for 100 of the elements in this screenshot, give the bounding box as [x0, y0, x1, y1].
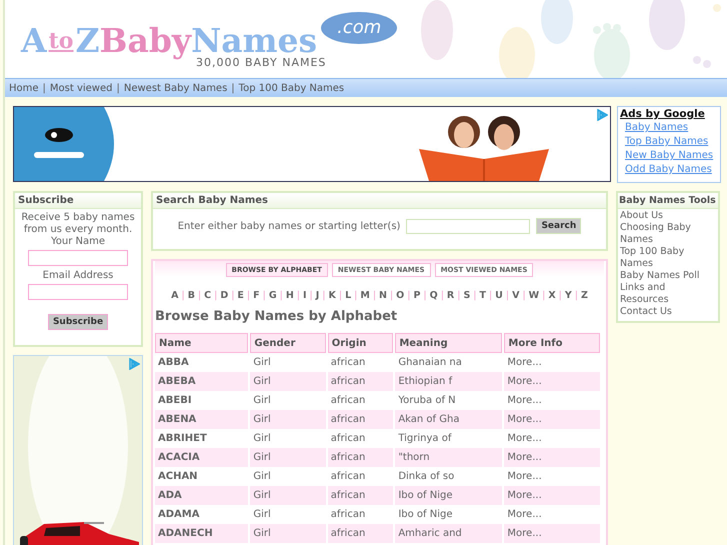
letter-link[interactable]: W — [528, 290, 540, 301]
more-link[interactable]: More... — [504, 524, 600, 543]
more-link[interactable]: More... — [504, 353, 600, 372]
table-cell: ABEBA — [155, 372, 248, 391]
tools-link[interactable]: Contact Us — [620, 306, 716, 318]
column-header: Name — [155, 333, 248, 353]
letter-link[interactable]: O — [396, 290, 404, 301]
table-cell: Girl — [250, 486, 326, 505]
table-cell-text: ADAMA — [157, 508, 200, 522]
letter-link[interactable]: E — [237, 290, 244, 301]
nav-separator: | — [116, 82, 120, 94]
letter-link[interactable]: J — [316, 290, 320, 301]
letter-link[interactable]: T — [479, 290, 486, 301]
letter-separator: | — [181, 290, 185, 301]
nav-link[interactable]: Newest Baby Names — [124, 82, 228, 94]
more-link[interactable]: More... — [504, 505, 600, 524]
name-field[interactable] — [28, 250, 128, 266]
table-cell-text: Ghanaian na — [397, 356, 463, 370]
field-label: Your Name — [50, 236, 106, 248]
more-link[interactable]: More... — [504, 372, 600, 391]
nav-link[interactable]: Home — [9, 82, 39, 94]
letter-link[interactable]: B — [188, 290, 195, 301]
search-button[interactable]: Search — [536, 218, 582, 234]
tools-link[interactable]: Top 100 Baby Names — [620, 246, 716, 270]
table-cell-text: Girl — [252, 508, 272, 522]
letter-separator: | — [322, 290, 326, 301]
more-link[interactable]: More... — [504, 486, 600, 505]
table-cell-text: african — [330, 394, 366, 408]
table-cell-text: Yoruba of N — [397, 394, 457, 408]
more-link[interactable]: More... — [504, 467, 600, 486]
letter-separator: | — [440, 290, 444, 301]
subscribe-text: Receive 5 baby names from us every month. — [20, 212, 136, 236]
table-cell-text: Girl — [252, 432, 272, 446]
letter-separator: | — [457, 290, 460, 301]
more-link[interactable]: More... — [504, 448, 600, 467]
letter-separator: | — [488, 290, 492, 301]
letter-link[interactable]: Y — [564, 290, 572, 301]
more-link[interactable]: More... — [504, 391, 600, 410]
letter-link[interactable]: U — [495, 290, 503, 301]
letter-separator: | — [506, 290, 510, 301]
panel-title: Subscribe — [15, 193, 141, 209]
ad-link[interactable]: Top Baby Names — [625, 136, 720, 147]
table-cell: Girl — [250, 524, 326, 543]
column-header: Meaning — [395, 333, 502, 353]
letter-link[interactable]: M — [360, 290, 370, 301]
ad-link[interactable]: New Baby Names — [625, 150, 720, 161]
letter-link[interactable]: D — [220, 290, 228, 301]
ad-link[interactable]: Baby Names — [625, 122, 720, 133]
letter-separator: | — [198, 290, 202, 301]
table-cell: ABENA — [155, 410, 248, 429]
letter-separator: | — [214, 290, 218, 301]
nav-link[interactable]: Top 100 Baby Names — [238, 82, 344, 94]
table-cell: african — [328, 410, 394, 429]
ad-choices-icon[interactable] — [596, 109, 608, 121]
tools-link[interactable]: About Us — [620, 210, 716, 222]
table-cell: Amharic and — [395, 524, 502, 543]
table-cell-text: Tigrinya of — [397, 432, 453, 446]
letter-link[interactable]: V — [512, 290, 520, 301]
letter-link[interactable]: A — [171, 290, 178, 301]
tools-link[interactable]: Baby Names Poll — [620, 270, 716, 282]
nav-link[interactable]: Most viewed — [50, 82, 112, 94]
tools-link[interactable]: Choosing Baby Names — [620, 222, 716, 246]
nav-separator: | — [42, 82, 46, 94]
more-link[interactable]: More... — [504, 429, 600, 448]
table-cell-text: african — [330, 470, 366, 484]
letter-separator: | — [574, 290, 578, 301]
letter-link[interactable]: F — [253, 290, 260, 301]
letter-link[interactable]: G — [268, 290, 277, 301]
subscribe-button[interactable]: Subscribe — [48, 314, 108, 330]
email-field[interactable] — [28, 284, 128, 300]
ad-link[interactable]: Odd Baby Names — [625, 164, 720, 175]
letter-separator: | — [522, 290, 526, 301]
column-header: More Info — [504, 333, 600, 353]
letter-separator: | — [473, 290, 476, 301]
letter-link[interactable]: L — [345, 290, 352, 301]
letter-link[interactable]: K — [328, 290, 336, 301]
letter-link[interactable]: N — [379, 290, 387, 301]
table-cell-text: ABBA — [157, 356, 190, 370]
table-cell-text: african — [330, 432, 366, 446]
letter-link[interactable]: R — [446, 290, 454, 301]
more-link[interactable]: More... — [504, 410, 600, 429]
nav-separator: | — [231, 82, 235, 94]
letter-separator: | — [246, 290, 250, 301]
letter-separator: | — [338, 290, 342, 301]
table-cell-text: Ibo of Nige — [397, 508, 454, 522]
ads-heading[interactable]: Ads by Google — [620, 108, 720, 120]
tools-link[interactable]: Links and Resources — [620, 282, 716, 306]
letter-link[interactable]: H — [286, 290, 294, 301]
letter-link[interactable]: Q — [430, 290, 438, 301]
letter-link[interactable]: P — [413, 290, 420, 301]
table-cell: Girl — [250, 448, 326, 467]
ad-choices-icon[interactable] — [128, 358, 140, 370]
letter-link[interactable]: X — [548, 290, 556, 301]
table-cell: african — [328, 486, 394, 505]
letter-link[interactable]: I — [303, 290, 307, 301]
table-cell: Girl — [250, 372, 326, 391]
letter-link[interactable]: Z — [580, 290, 588, 301]
letter-link[interactable]: C — [204, 290, 212, 301]
letter-link[interactable]: S — [463, 290, 470, 301]
search-field[interactable] — [406, 218, 530, 234]
